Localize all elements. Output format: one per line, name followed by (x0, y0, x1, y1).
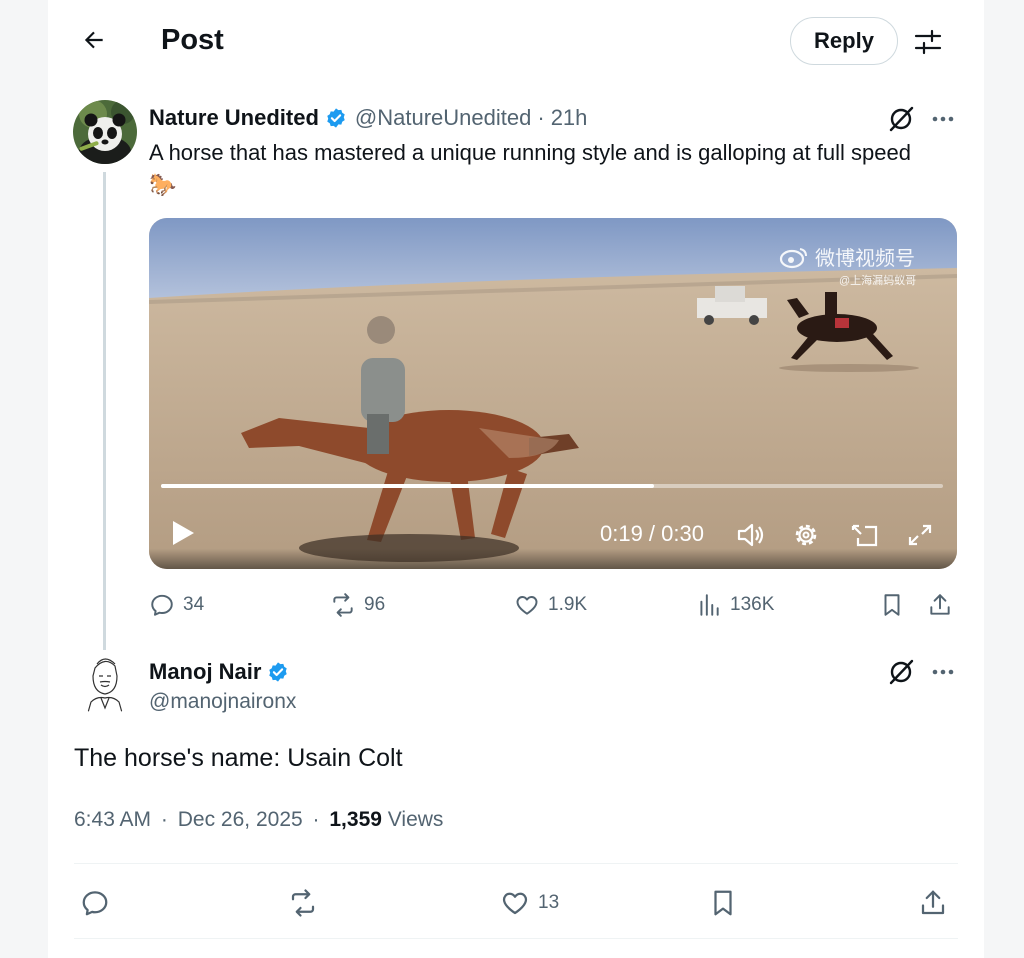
reply-icon (151, 594, 173, 616)
post-author-row: Nature Unedited @NatureUnedited · 21h (149, 103, 587, 133)
post-time[interactable]: 6:43 AM (74, 808, 151, 831)
more-options-button[interactable] (928, 104, 958, 134)
video-progress-fill (161, 484, 654, 488)
fullscreen-button[interactable] (905, 520, 935, 550)
reply-icon (82, 891, 108, 916)
play-icon (173, 521, 194, 545)
video-time: 0:19 / 0:30 (600, 521, 704, 546)
post-views-label: Views (387, 808, 444, 831)
share-action[interactable] (927, 588, 961, 622)
divider (74, 938, 958, 939)
avatar-nature-unedited[interactable] (73, 100, 137, 164)
play-button[interactable] (169, 518, 199, 550)
reply-action[interactable]: 34 (149, 588, 204, 622)
watermark-main-text: 微博视频号 (815, 248, 915, 270)
share-icon (930, 594, 950, 615)
reply-button[interactable]: Reply (790, 17, 898, 65)
post-text: A horse that has mastered a unique runni… (149, 140, 911, 197)
bookmark-action[interactable] (879, 588, 913, 622)
reply-author-name[interactable]: Manoj Nair (149, 659, 261, 685)
like-icon (516, 596, 538, 615)
post-meta: 6:43 AM · Dec 26, 2025 · 1,359 Views (74, 808, 443, 832)
reply-author-row: Manoj Nair (149, 657, 297, 687)
tune-button[interactable] (913, 28, 943, 56)
post-action-bar: 34 96 1.9K 136K (149, 588, 957, 622)
post-time-ago[interactable]: 21h (551, 105, 588, 131)
video-player[interactable]: 微博视频号 @上海漏蚂蚁哥 0:19 / 0:30 (149, 218, 957, 569)
volume-button[interactable] (735, 520, 767, 550)
grok-button[interactable] (886, 657, 916, 687)
more-icon (932, 669, 954, 675)
back-arrow-icon (84, 31, 103, 49)
watermark-sub-text: @上海漏蚂蚁哥 (839, 275, 917, 287)
views-action[interactable]: 136K (696, 588, 774, 622)
more-options-button[interactable] (928, 657, 958, 687)
fullscreen-icon (908, 524, 932, 546)
repost-icon (333, 593, 353, 617)
bookmark-action[interactable] (708, 884, 738, 922)
back-button[interactable] (76, 22, 112, 58)
like-action[interactable]: 13 (500, 884, 559, 922)
bookmark-icon (714, 890, 732, 916)
panda-avatar-image (73, 100, 137, 164)
video-watermark: 微博视频号 (779, 242, 915, 271)
post-page: Post Reply Nature Unedited @NatureUnedit… (48, 0, 984, 958)
views-count: 136K (730, 594, 775, 615)
volume-icon (737, 523, 764, 547)
grok-button[interactable] (886, 104, 916, 134)
grok-icon (889, 106, 914, 132)
author-name[interactable]: Nature Unedited (149, 105, 319, 131)
weibo-logo-icon (779, 247, 807, 268)
divider (74, 863, 958, 864)
share-action[interactable] (918, 884, 948, 922)
repost-count: 96 (364, 594, 386, 615)
repost-icon (291, 889, 315, 917)
views-icon (700, 594, 719, 616)
like-icon (502, 892, 528, 915)
meta-separator: · (312, 808, 320, 831)
pip-icon (851, 524, 878, 547)
meta-separator: · (160, 808, 168, 831)
more-icon (932, 116, 954, 122)
reply-author-handle[interactable]: @manojnaironx (149, 690, 296, 714)
post-date[interactable]: Dec 26, 2025 (178, 808, 303, 831)
sketch-portrait-avatar-image (73, 652, 137, 716)
reply-count: 34 (183, 594, 205, 615)
verified-icon (269, 662, 288, 682)
repost-action[interactable]: 96 (330, 588, 385, 622)
page-title: Post (161, 24, 224, 56)
author-handle[interactable]: @NatureUnedited (355, 105, 531, 131)
verified-icon (327, 108, 345, 128)
reply-text: The horse's name: Usain Colt (74, 744, 403, 772)
share-icon (921, 890, 945, 915)
bookmark-icon (884, 594, 900, 616)
thread-connector-line (103, 172, 106, 650)
like-action[interactable]: 1.9K (514, 588, 587, 622)
settings-button[interactable] (791, 520, 821, 550)
meta-separator: · (537, 105, 545, 130)
settings-icon (795, 524, 817, 546)
repost-action[interactable] (288, 884, 318, 922)
video-progress-track[interactable] (161, 484, 943, 488)
reply-action[interactable] (80, 884, 110, 922)
post-views-count: 1,359 (329, 808, 382, 831)
grok-icon (889, 659, 914, 685)
pip-button[interactable] (849, 520, 881, 550)
avatar-manoj-nair[interactable] (73, 652, 137, 716)
like-count: 1.9K (548, 594, 588, 615)
tune-icon (914, 29, 942, 55)
like-count: 13 (538, 892, 560, 913)
